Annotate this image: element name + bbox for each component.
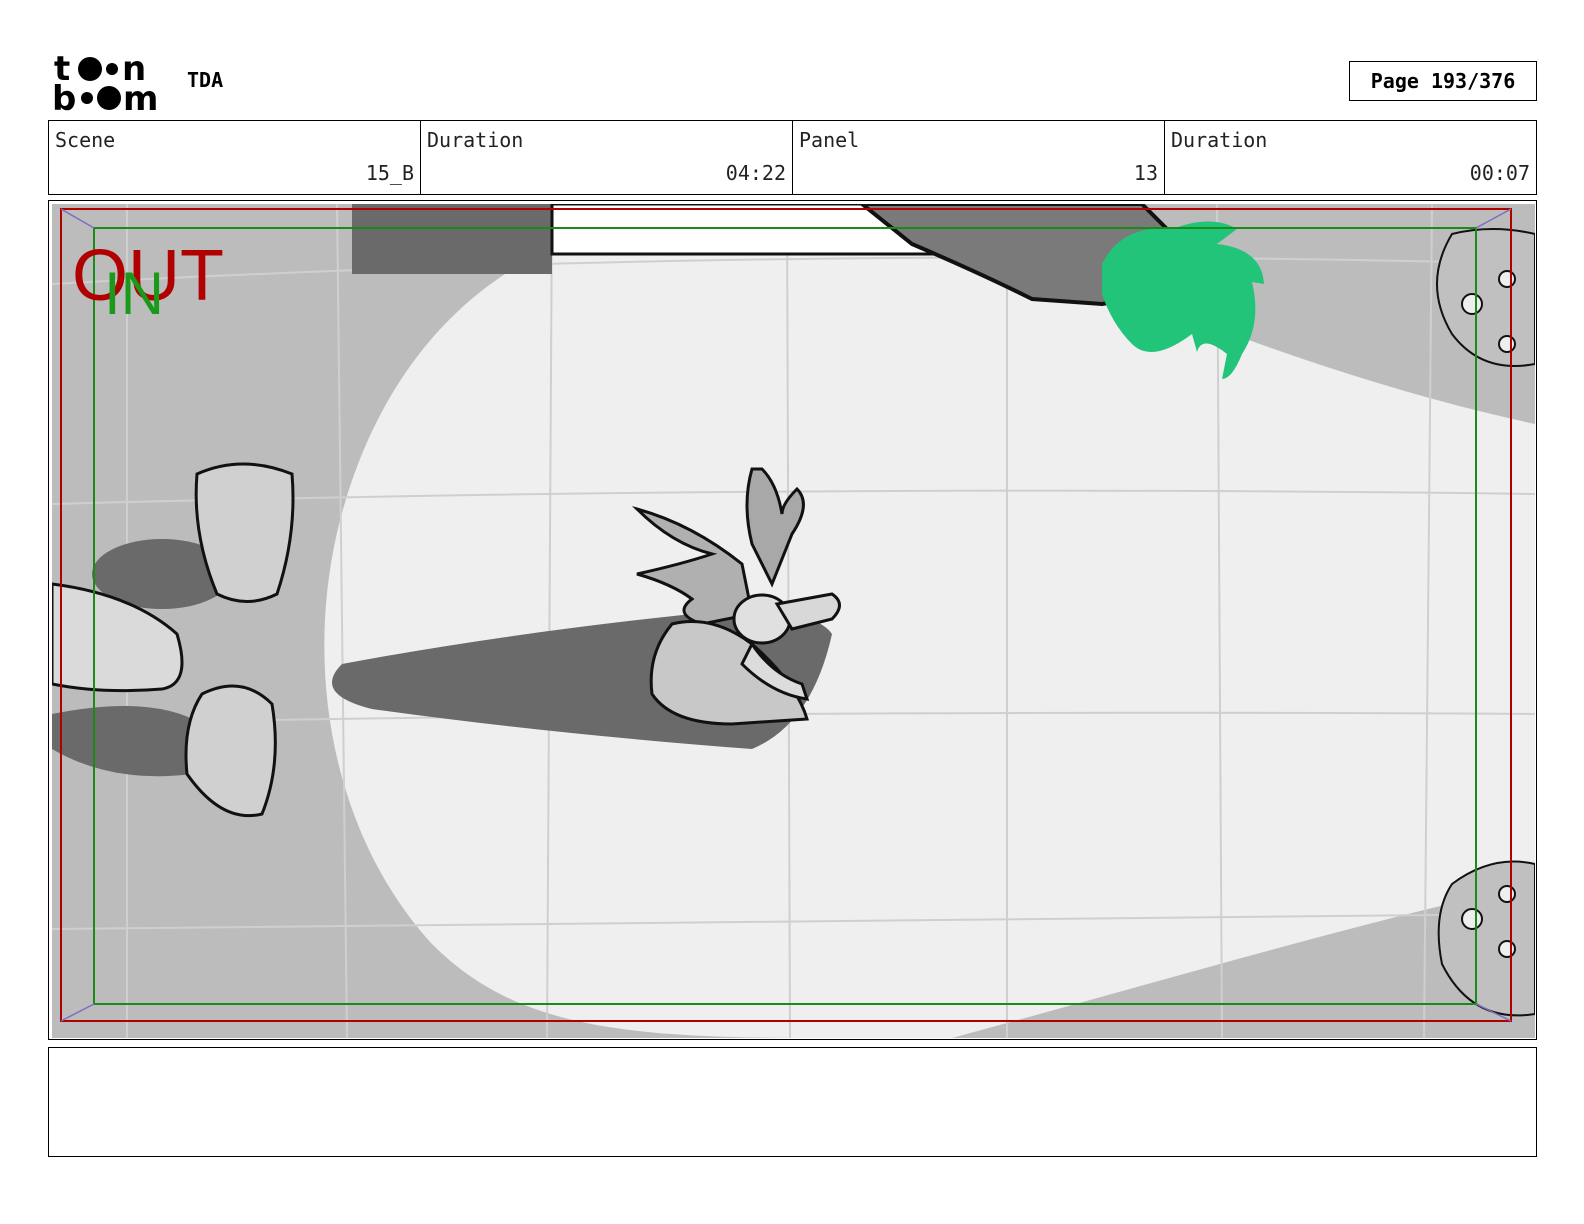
panel-artwork: OUT IN [52, 204, 1535, 1038]
svg-text:m: m [123, 79, 158, 114]
toon-boom-logo: t n b m [52, 49, 164, 119]
notes-box [48, 1047, 1537, 1157]
pillar-object [194, 462, 295, 603]
panel-duration-value: 00:07 [1469, 161, 1530, 185]
panel-cell: Panel 13 [793, 121, 1165, 194]
storyboard-panel: OUT IN [48, 200, 1537, 1040]
in-label: IN [104, 260, 164, 327]
scene-cell: Scene 15_B [49, 121, 421, 194]
page-number: Page 193/376 [1349, 61, 1537, 101]
svg-text:b: b [52, 79, 76, 114]
scene-duration-label: Duration [427, 128, 524, 152]
panel-label: Panel [799, 128, 860, 152]
panel-duration-label: Duration [1171, 128, 1268, 152]
table-shadow [352, 204, 552, 274]
panel-value: 13 [1133, 161, 1158, 185]
panel-duration-cell: Duration 00:07 [1165, 121, 1536, 194]
scene-value: 15_B [365, 161, 414, 185]
scene-duration-value: 04:22 [725, 161, 786, 185]
scene-duration-cell: Duration 04:22 [421, 121, 793, 194]
scene-label: Scene [55, 128, 116, 152]
project-title: TDA [187, 68, 224, 92]
panel-info-table: Scene 15_B Duration 04:22 Panel 13 Durat… [48, 120, 1537, 195]
